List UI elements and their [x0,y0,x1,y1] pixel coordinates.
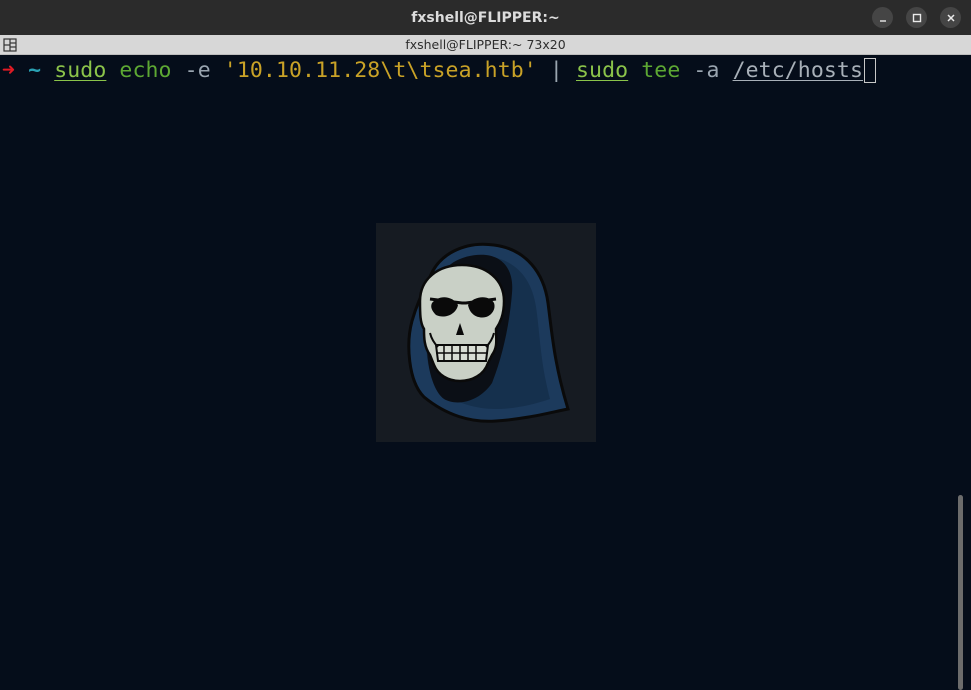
command-flag-e: -e [184,57,211,83]
command-sudo-2: sudo [576,57,629,83]
split-view-icon[interactable] [3,37,17,52]
command-line[interactable]: ➜ ~ sudo echo -e '10.10.11.28\t\tsea.htb… [2,57,877,83]
prompt-directory: ~ [28,57,42,83]
command-path: /etc/hosts [732,57,864,83]
window-controls [872,7,961,28]
command-echo: echo [119,57,172,83]
text-cursor [864,57,877,83]
command-pipe: | [549,57,563,83]
prompt-arrow-icon: ➜ [2,57,16,83]
terminal-tabbar: fxshell@FLIPPER:~ 73x20 [0,35,971,55]
minimize-icon [878,13,888,23]
command-string: '10.10.11.28\t\tsea.htb' [223,57,537,83]
terminal-tab-title: fxshell@FLIPPER:~ 73x20 [405,37,566,52]
terminal-scrollbar[interactable] [958,495,963,690]
window-titlebar[interactable]: fxshell@FLIPPER:~ [0,0,971,35]
command-tee: tee [641,57,681,83]
close-icon [946,13,956,23]
command-flag-a: -a [693,57,720,83]
maximize-icon [912,13,922,23]
window-title: fxshell@FLIPPER:~ [411,9,560,26]
close-button[interactable] [940,7,961,28]
maximize-button[interactable] [906,7,927,28]
command-sudo: sudo [54,57,107,83]
terminal-body[interactable]: ➜ ~ sudo echo -e '10.10.11.28\t\tsea.htb… [0,55,971,690]
hooded-skull-logo-icon [376,223,596,442]
minimize-button[interactable] [872,7,893,28]
